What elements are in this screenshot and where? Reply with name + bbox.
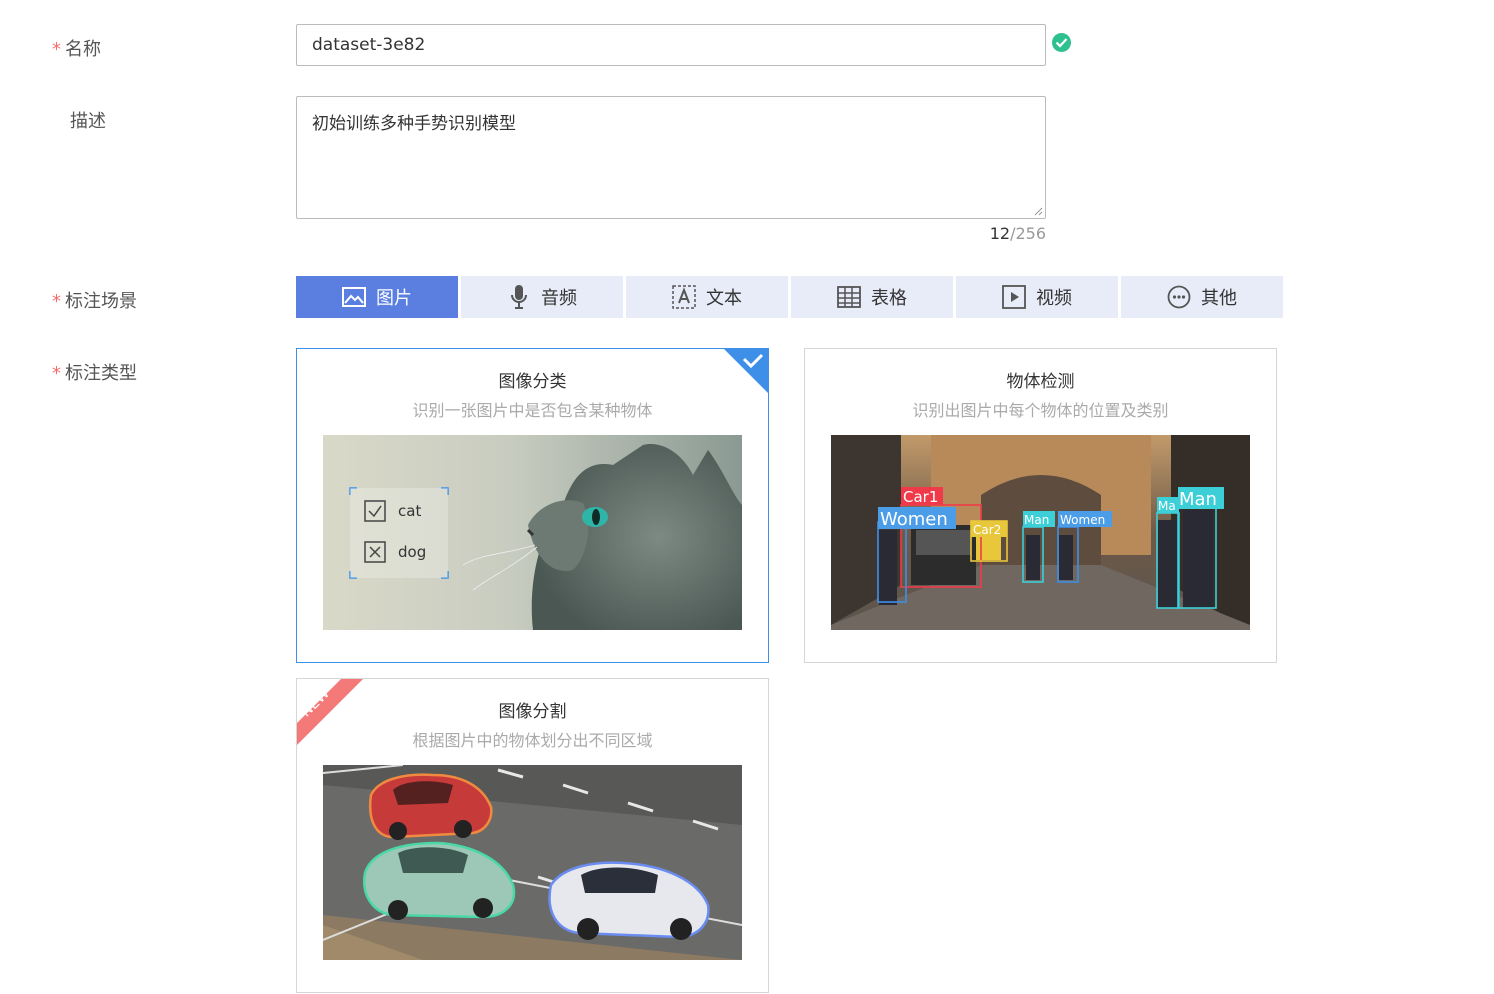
- table-icon: [837, 285, 861, 309]
- card-desc: 根据图片中的物体划分出不同区域: [412, 731, 653, 750]
- image-icon: [342, 285, 366, 309]
- type-card-segmentation[interactable]: NEW 图像分割 根据图片中的物体划分出不同区域: [296, 678, 769, 993]
- scene-tab-table[interactable]: 表格: [791, 276, 953, 318]
- card-desc: 识别出图片中每个物体的位置及类别: [912, 401, 1169, 420]
- card-title: 图像分类: [498, 372, 567, 392]
- char-counter: 12/256: [960, 224, 1046, 243]
- scene-tab-image[interactable]: 图片: [296, 276, 458, 318]
- char-max: /256: [1010, 224, 1046, 243]
- scene-tab-other[interactable]: 其他: [1121, 276, 1283, 318]
- car1-label: Car1: [903, 488, 938, 506]
- women-label-2: Women: [1060, 513, 1105, 527]
- card-title: 图像分割: [498, 702, 567, 722]
- char-count: 12: [989, 224, 1011, 243]
- classification-image: cat dog: [323, 435, 742, 630]
- video-icon: [1002, 285, 1026, 309]
- scene-tab-text[interactable]: 文本: [626, 276, 788, 318]
- name-label: * 名称: [52, 39, 101, 60]
- detection-image: Car1 Car2 Women Man Women Ma Man: [831, 435, 1250, 630]
- card-title: 物体检测: [1006, 372, 1075, 392]
- check-circle-icon: [1052, 33, 1071, 52]
- desc-textarea[interactable]: 初始训练多种手势识别模型: [296, 96, 1046, 219]
- type-label: * 标注类型: [52, 363, 137, 384]
- text-icon: [672, 285, 696, 309]
- required-star: *: [52, 363, 61, 384]
- required-star: *: [52, 291, 61, 312]
- resize-grip-icon[interactable]: [1033, 206, 1043, 216]
- more-icon: [1167, 285, 1191, 309]
- scene-label: * 标注场景: [52, 291, 137, 312]
- man-label: Man: [1024, 513, 1049, 527]
- microphone-icon: [507, 285, 531, 309]
- ma-label: Ma: [1158, 499, 1176, 513]
- cat-label: cat: [398, 502, 421, 520]
- scene-tabs: 图片 音频 文本 表格 视频 其他: [296, 276, 1283, 318]
- car2-label: Car2: [973, 523, 1001, 537]
- segmentation-image: [323, 765, 742, 960]
- man-label-2: Man: [1179, 489, 1217, 510]
- required-star: *: [52, 39, 61, 60]
- scene-tab-audio[interactable]: 音频: [461, 276, 623, 318]
- desc-text: 初始训练多种手势识别模型: [312, 114, 516, 134]
- dog-label: dog: [398, 543, 426, 561]
- type-card-detection[interactable]: 物体检测 识别出图片中每个物体的位置及类别 Car1 Car2 Women Ma…: [804, 348, 1277, 663]
- desc-label: 描述: [70, 111, 106, 132]
- card-desc: 识别一张图片中是否包含某种物体: [412, 401, 653, 420]
- type-card-classification[interactable]: 图像分类 识别一张图片中是否包含某种物体 cat dog: [296, 348, 769, 663]
- selected-check-icon: [724, 349, 768, 393]
- name-input[interactable]: [296, 24, 1046, 66]
- scene-tab-video[interactable]: 视频: [956, 276, 1118, 318]
- women-label: Women: [880, 509, 948, 530]
